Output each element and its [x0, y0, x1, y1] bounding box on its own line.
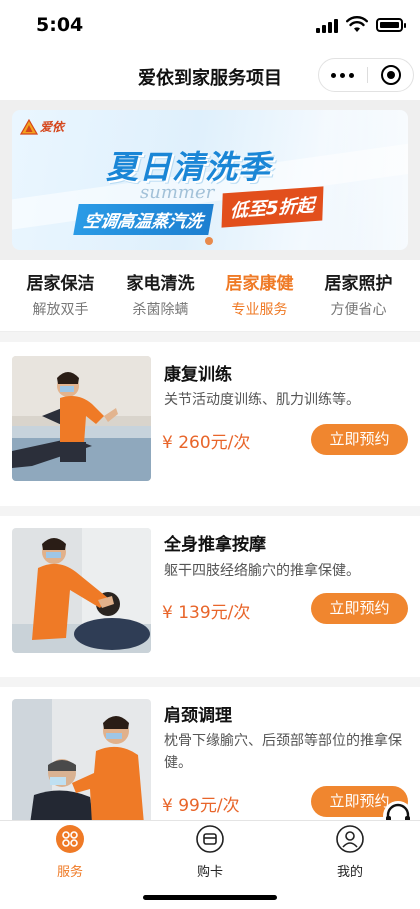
category-title: 居家保洁: [26, 274, 95, 294]
service-description: 关节活动度训练、肌力训练等。: [164, 392, 360, 408]
close-mini-program-button[interactable]: [368, 59, 414, 91]
category-tabs: 居家保洁 解放双手 家电清洗 杀菌除螨 居家康健 专业服务 居家照护 方便省心: [0, 260, 420, 332]
logo-triangle-icon: [20, 118, 38, 135]
category-title: 家电清洗: [126, 274, 195, 294]
category-tab-health[interactable]: 居家康健 专业服务: [207, 272, 312, 319]
service-title: 康复训练: [164, 365, 232, 385]
mini-program-capsule: [318, 58, 414, 92]
tab-buy-card[interactable]: 购卡: [140, 825, 280, 885]
service-price: ¥ 139元/次: [162, 603, 251, 623]
category-tab-care[interactable]: 居家照护 方便省心: [306, 272, 411, 319]
category-subtitle: 专业服务: [231, 302, 288, 318]
more-menu-button[interactable]: [319, 59, 367, 91]
wifi-icon: [346, 16, 368, 32]
battery-icon: [376, 18, 406, 32]
service-card[interactable]: 康复训练 关节活动度训练、肌力训练等。 ¥ 260元/次 立即预约: [0, 342, 420, 506]
card-icon: [196, 825, 224, 853]
carousel-indicator: [205, 237, 213, 245]
signal-icon: [316, 19, 338, 33]
grid-icon: [56, 825, 84, 853]
tab-services[interactable]: 服务: [0, 825, 140, 885]
tab-label: 我的: [336, 865, 363, 880]
category-title: 居家康健: [225, 274, 294, 294]
banner-discount: 低至5折起: [221, 186, 324, 228]
user-icon: [336, 825, 364, 853]
service-description: 枕骨下缘腧穴、后颈部等部位的推拿保健。: [164, 733, 402, 771]
category-subtitle: 杀菌除螨: [132, 302, 189, 318]
nav-bar: 爱依到家服务项目: [0, 50, 420, 100]
category-tab-cleaning[interactable]: 居家保洁 解放双手: [8, 272, 113, 319]
service-title: 全身推拿按摩: [164, 535, 266, 555]
category-subtitle: 方便省心: [330, 302, 387, 318]
service-photo: [12, 356, 151, 481]
banner-subline: 空调高温蒸汽洗: [73, 204, 214, 235]
banner-script: summer: [140, 182, 215, 203]
service-photo: [12, 699, 151, 824]
home-indicator: [143, 895, 277, 900]
service-price: ¥ 260元/次: [162, 433, 251, 453]
tab-label: 购卡: [196, 865, 223, 880]
status-time: 5:04: [36, 14, 84, 36]
brand-name: 爱依: [40, 120, 65, 134]
service-price: ¥ 99元/次: [162, 796, 240, 816]
banner-area: 爱依 夏日清洗季 summer 空调高温蒸汽洗 低至5折起: [0, 100, 420, 260]
divider: [0, 332, 420, 342]
service-photo: [12, 528, 151, 653]
category-subtitle: 解放双手: [32, 302, 89, 318]
book-now-button[interactable]: 立即预约: [311, 593, 408, 624]
category-title: 居家照护: [324, 274, 393, 294]
service-title: 肩颈调理: [164, 706, 232, 726]
tab-profile[interactable]: 我的: [280, 825, 420, 885]
category-tab-appliance[interactable]: 家电清洗 杀菌除螨: [108, 272, 213, 319]
brand-logo: 爱依: [20, 118, 64, 135]
divider: [0, 506, 420, 516]
book-now-button[interactable]: 立即预约: [311, 424, 408, 455]
tab-label: 服务: [56, 865, 83, 880]
promo-banner[interactable]: 爱依 夏日清洗季 summer 空调高温蒸汽洗 低至5折起: [12, 110, 408, 250]
divider: [0, 677, 420, 687]
status-bar: 5:04: [0, 0, 420, 50]
service-description: 躯干四肢经络腧穴的推拿保健。: [164, 563, 360, 579]
service-card[interactable]: 全身推拿按摩 躯干四肢经络腧穴的推拿保健。 ¥ 139元/次 立即预约: [0, 516, 420, 680]
